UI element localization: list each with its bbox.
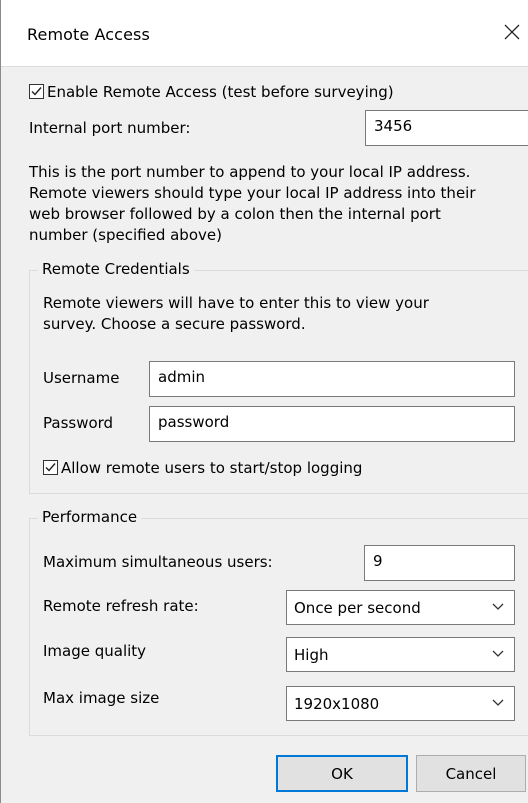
port-description-line: web browser followed by a colon then the… — [29, 205, 441, 223]
max-image-size-value: 1920x1080 — [294, 695, 380, 713]
close-button[interactable] — [497, 17, 527, 47]
refresh-rate-label: Remote refresh rate: — [43, 597, 199, 615]
port-description: This is the port number to append to you… — [29, 162, 476, 246]
checkmark-icon — [31, 87, 42, 96]
title-bar: Remote Access — [1, 0, 528, 67]
chevron-down-icon — [492, 650, 504, 657]
max-users-input[interactable]: 9 — [364, 545, 515, 581]
ok-button[interactable]: OK — [276, 755, 408, 792]
max-image-size-label: Max image size — [43, 689, 160, 707]
internal-port-label: Internal port number: — [29, 119, 191, 137]
refresh-rate-value: Once per second — [294, 599, 421, 617]
remote-credentials-legend: Remote Credentials — [38, 260, 194, 278]
allow-logging-label[interactable]: Allow remote users to start/stop logging — [61, 459, 362, 477]
image-quality-select[interactable]: High — [286, 637, 515, 672]
password-label: Password — [43, 414, 114, 432]
port-description-line: This is the port number to append to you… — [29, 163, 471, 181]
credentials-description-line: survey. Choose a secure password. — [43, 315, 306, 333]
refresh-rate-select[interactable]: Once per second — [286, 590, 515, 625]
enable-remote-label[interactable]: Enable Remote Access (test before survey… — [47, 83, 394, 101]
allow-logging-checkbox[interactable] — [43, 460, 58, 475]
image-quality-label: Image quality — [43, 642, 147, 660]
image-quality-value: High — [294, 646, 329, 664]
chevron-down-icon — [492, 603, 504, 610]
checkmark-icon — [45, 463, 56, 472]
credentials-description: Remote viewers will have to enter this t… — [43, 293, 429, 335]
internal-port-input[interactable]: 3456 — [365, 110, 528, 146]
window-title: Remote Access — [27, 25, 150, 44]
chevron-down-icon — [492, 699, 504, 706]
username-label: Username — [43, 369, 120, 387]
password-input[interactable]: password — [149, 406, 515, 442]
max-users-label: Maximum simultaneous users: — [43, 553, 273, 571]
cancel-button[interactable]: Cancel — [416, 755, 526, 792]
close-icon — [504, 24, 520, 40]
max-image-size-select[interactable]: 1920x1080 — [286, 686, 515, 721]
enable-remote-checkbox[interactable] — [29, 84, 44, 99]
username-input[interactable]: admin — [149, 361, 515, 397]
remote-access-dialog: Remote Access Enable Remote Access (test… — [0, 0, 528, 803]
port-description-line: number (specified above) — [29, 226, 222, 244]
performance-legend: Performance — [38, 508, 142, 526]
port-description-line: Remote viewers should type your local IP… — [29, 184, 476, 202]
credentials-description-line: Remote viewers will have to enter this t… — [43, 294, 429, 312]
